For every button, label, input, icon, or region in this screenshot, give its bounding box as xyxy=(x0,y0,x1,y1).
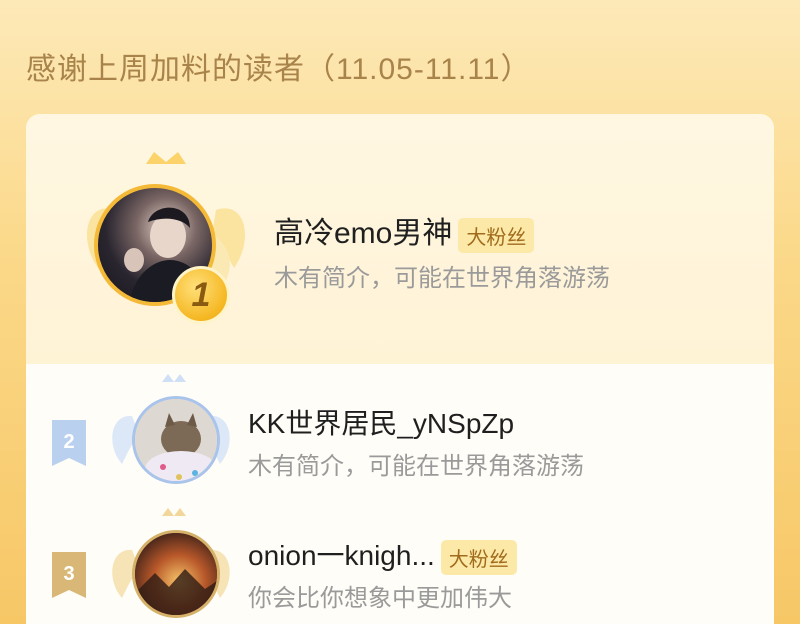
reader-description: 木有简介，可能在世界角落游荡 xyxy=(248,453,584,480)
avatar[interactable] xyxy=(132,396,220,484)
reader-description: 你会比你想象中更加伟大 xyxy=(248,585,512,612)
reader-description: 木有简介，可能在世界角落游荡 xyxy=(274,265,610,292)
reader-name[interactable]: onion一knigh... 大粉丝 xyxy=(248,534,517,576)
reader-name[interactable]: KK世界居民_yNSpZp xyxy=(248,402,514,442)
fan-tag: 大粉丝 xyxy=(458,217,535,253)
rank-badge-gold: 1 xyxy=(172,266,230,324)
reader-name-text: 高冷emo男神 xyxy=(274,217,453,250)
fan-tag: 大粉丝 xyxy=(440,540,517,576)
rank-number: 2 xyxy=(63,431,74,453)
rank-flag-bronze-icon: 3 xyxy=(52,552,86,598)
reader-name[interactable]: 高冷emo男神 大粉丝 xyxy=(274,208,535,253)
rank-third-item[interactable]: 3 onion一knigh... 大粉丝 你会比你想象中更加伟大 xyxy=(26,508,774,624)
rank-second-item[interactable]: 2 KK世界居民_yNSpZp 木有简介，可能在世界角落游荡 xyxy=(26,374,774,500)
rank-number: 3 xyxy=(63,563,74,585)
rank-flag-silver-icon: 2 xyxy=(52,420,86,466)
avatar[interactable] xyxy=(132,530,220,618)
page-title: 感谢上周加料的读者（11.05-11.11） xyxy=(26,53,532,86)
rank-first-item[interactable]: 1 高冷emo男神 大粉丝 木有简介，可能在世界角落游荡 xyxy=(26,114,774,364)
reader-ranking-card: 1 高冷emo男神 大粉丝 木有简介，可能在世界角落游荡 2 KK世界居民_yNS… xyxy=(26,114,774,624)
reader-name-text: onion一knigh... xyxy=(248,540,435,571)
